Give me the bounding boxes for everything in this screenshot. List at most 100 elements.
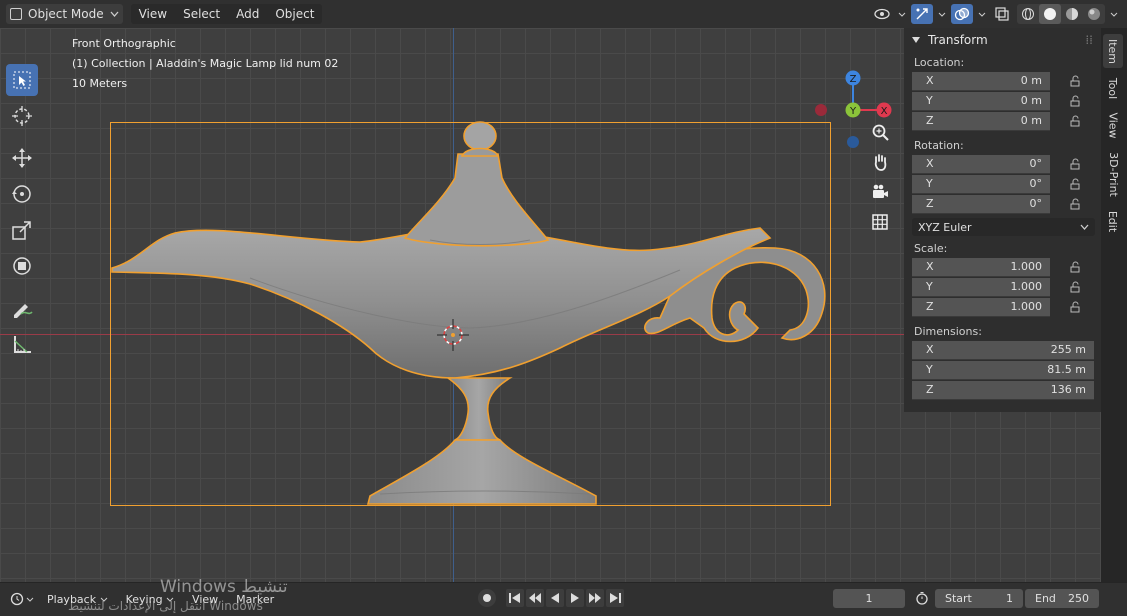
material-shading-button[interactable] xyxy=(1061,4,1083,24)
gizmo-toggle-button[interactable] xyxy=(911,4,933,24)
axis-label: X xyxy=(926,343,934,356)
dimensions-y-field[interactable]: Y 81.5 m xyxy=(912,360,1094,380)
start-frame-field[interactable]: Start 1 xyxy=(935,589,1023,608)
record-button[interactable] xyxy=(478,589,496,607)
scale-x-field[interactable]: X 1.000 xyxy=(912,257,1050,277)
dimensions-x-field[interactable]: X 255 m xyxy=(912,340,1094,360)
next-keyframe-button[interactable] xyxy=(586,589,604,607)
move-tool[interactable] xyxy=(6,142,38,174)
tab-item[interactable]: Item xyxy=(1103,34,1123,68)
activation-watermark-title: Windows تنشيط xyxy=(160,577,288,597)
tab-tool[interactable]: Tool xyxy=(1103,72,1123,104)
xray-icon xyxy=(995,7,1009,21)
lock-icon[interactable] xyxy=(1068,157,1084,171)
scale-y-value: 1.000 xyxy=(1010,280,1043,293)
toggle-perspective-button[interactable] xyxy=(868,210,892,234)
xray-toggle-button[interactable] xyxy=(991,4,1013,24)
scale-z-field[interactable]: Z 1.000 xyxy=(912,297,1050,317)
tab-edit[interactable]: Edit xyxy=(1103,206,1123,236)
visibility-button[interactable] xyxy=(871,4,893,24)
rendered-shading-button[interactable] xyxy=(1083,4,1105,24)
activation-watermark-subtitle: انتقل إلى الإعدادات لتنشيط Windows xyxy=(68,599,263,613)
select-box-tool[interactable] xyxy=(6,64,38,96)
lock-icon[interactable] xyxy=(1068,197,1084,211)
play-button[interactable] xyxy=(566,589,584,607)
dimensions-z-value: 136 m xyxy=(1050,383,1086,396)
tab-view-label: View xyxy=(1106,111,1120,139)
lock-icon[interactable] xyxy=(1068,260,1084,274)
menu-select[interactable]: Select xyxy=(175,4,228,24)
jump-start-button[interactable] xyxy=(506,589,524,607)
axis-label: Z xyxy=(926,383,934,396)
tab-3d-print[interactable]: 3D-Print xyxy=(1103,146,1123,202)
tab-tool-label: Tool xyxy=(1106,77,1120,99)
overlays-dropdown[interactable] xyxy=(977,4,987,24)
editor-type-button[interactable] xyxy=(6,589,38,609)
tab-3d-print-label: 3D-Print xyxy=(1106,151,1120,197)
menu-object[interactable]: Object xyxy=(267,4,322,24)
rotation-z-row: Z 0° xyxy=(912,194,1101,214)
rotate-tool[interactable] xyxy=(6,178,38,210)
axis-label: X xyxy=(926,260,934,273)
menu-view[interactable]: View xyxy=(131,4,175,24)
axis-label: X xyxy=(926,74,934,87)
cursor-tool[interactable] xyxy=(6,100,38,132)
play-reverse-button[interactable] xyxy=(546,589,564,607)
overlays-toggle-button[interactable] xyxy=(951,4,973,24)
lock-icon[interactable] xyxy=(1068,177,1084,191)
preview-range-button[interactable] xyxy=(913,589,931,607)
transform-tool[interactable] xyxy=(6,250,38,282)
drag-handle-icon[interactable]: ⁞⁞ xyxy=(1085,33,1093,47)
tab-view[interactable]: View xyxy=(1103,108,1123,142)
mode-selector[interactable]: Object Mode xyxy=(6,4,123,24)
start-frame-value: 1 xyxy=(1006,592,1013,605)
y-axis-label: Y xyxy=(849,106,857,117)
rendered-sphere-icon xyxy=(1088,8,1100,20)
camera-view-button[interactable] xyxy=(868,180,892,204)
z-axis-label: Z xyxy=(850,74,857,85)
negative-x-axis-handle[interactable] xyxy=(815,104,827,116)
dimensions-z-field[interactable]: Z 136 m xyxy=(912,380,1094,400)
location-x-field[interactable]: X 0 m xyxy=(912,71,1050,91)
pan-button[interactable] xyxy=(868,150,892,174)
prev-keyframe-button[interactable] xyxy=(526,589,544,607)
transform-panel-header[interactable]: Transform ⁞⁞ xyxy=(904,28,1101,52)
lock-icon[interactable] xyxy=(1068,94,1084,108)
grid-icon xyxy=(872,214,888,230)
shading-dropdown[interactable] xyxy=(1109,4,1119,24)
rotation-x-field[interactable]: X 0° xyxy=(912,154,1050,174)
record-icon xyxy=(483,594,491,602)
scale-y-field[interactable]: Y 1.000 xyxy=(912,277,1050,297)
location-z-field[interactable]: Z 0 m xyxy=(912,111,1050,131)
gizmo-dropdown[interactable] xyxy=(937,4,947,24)
dimensions-z-row: Z 136 m xyxy=(912,380,1101,400)
lock-icon[interactable] xyxy=(1068,300,1084,314)
solid-shading-button[interactable] xyxy=(1039,4,1061,24)
current-frame-field[interactable]: 1 xyxy=(833,589,905,608)
zoom-button[interactable] xyxy=(868,120,892,144)
location-y-field[interactable]: Y 0 m xyxy=(912,91,1050,111)
start-frame-label: Start xyxy=(945,592,972,605)
measure-tool[interactable] xyxy=(6,328,38,360)
menu-add[interactable]: Add xyxy=(228,4,267,24)
axis-label: Z xyxy=(926,114,934,127)
location-y-value: 0 m xyxy=(1020,94,1042,107)
rotate-icon xyxy=(12,185,31,203)
visibility-dropdown[interactable] xyxy=(897,4,907,24)
jump-end-button[interactable] xyxy=(606,589,624,607)
lock-icon[interactable] xyxy=(1068,280,1084,294)
annotate-tool[interactable] xyxy=(6,292,38,324)
dimensions-y-value: 81.5 m xyxy=(1047,363,1086,376)
scale-tool[interactable] xyxy=(6,214,38,246)
dimensions-label: Dimensions: xyxy=(914,325,982,338)
negative-z-axis-handle[interactable] xyxy=(847,136,859,148)
lock-icon[interactable] xyxy=(1068,114,1084,128)
rotation-mode-select[interactable]: XYZ Euler xyxy=(912,218,1095,236)
chevron-down-icon xyxy=(26,597,34,602)
end-frame-field[interactable]: End 250 xyxy=(1025,589,1099,608)
rotation-z-field[interactable]: Z 0° xyxy=(912,194,1050,214)
lock-icon[interactable] xyxy=(1068,74,1084,88)
eye-icon xyxy=(874,8,890,20)
wireframe-shading-button[interactable] xyxy=(1017,4,1039,24)
rotation-y-field[interactable]: Y 0° xyxy=(912,174,1050,194)
